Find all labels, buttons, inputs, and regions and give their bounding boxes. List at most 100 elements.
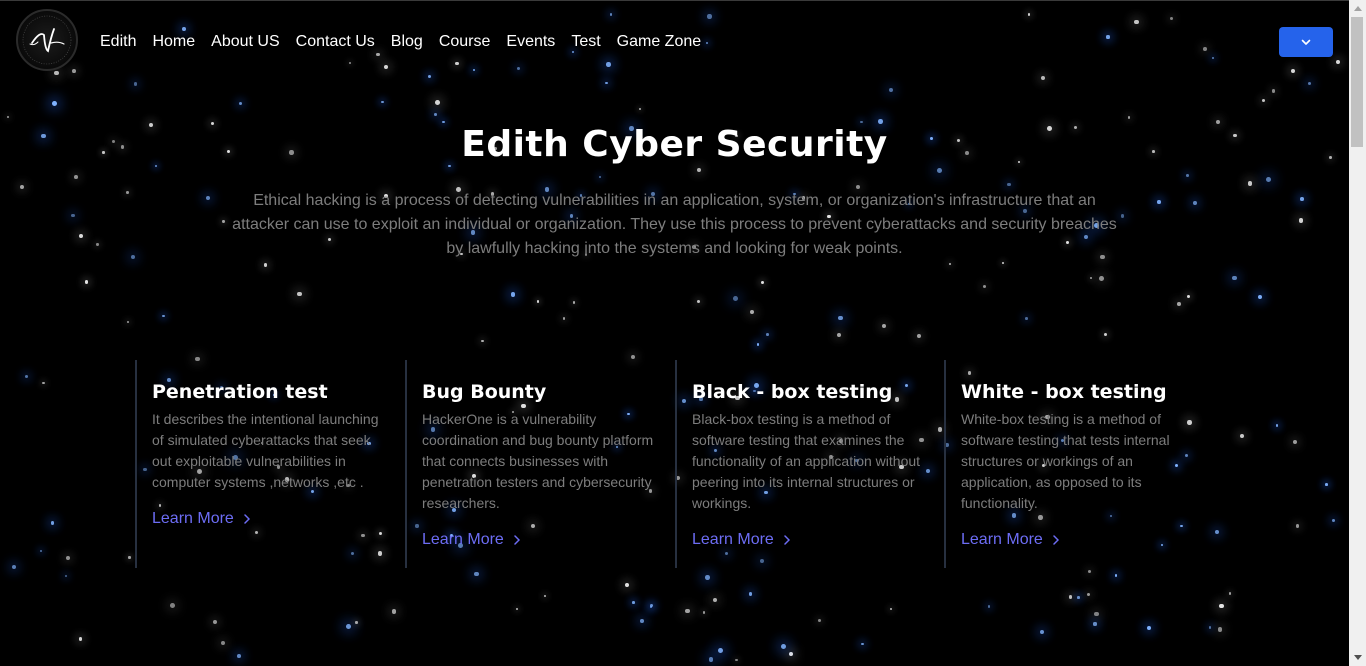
star-decoration <box>1219 603 1224 609</box>
nav-link-course[interactable]: Course <box>431 31 499 53</box>
star-decoration <box>1086 593 1090 597</box>
star-decoration <box>66 555 71 560</box>
nav-link-blog[interactable]: Blog <box>383 31 431 53</box>
star-decoration <box>1292 439 1297 444</box>
learn-more-label: Learn More <box>152 510 234 527</box>
star-decoration <box>96 243 99 246</box>
feature-black-box-testing: Black - box testing Black-box testing is… <box>675 360 929 568</box>
star-decoration <box>702 611 706 614</box>
nav-link-about-us[interactable]: About US <box>203 31 287 53</box>
nav-brand[interactable]: Edith <box>92 31 144 53</box>
feature-white-box-testing: White - box testing White-box testing is… <box>944 360 1198 568</box>
star-decoration <box>631 354 636 359</box>
star-decoration <box>434 100 440 105</box>
learn-more-label: Learn More <box>692 531 774 548</box>
star-decoration <box>837 332 842 337</box>
feature-bug-bounty: Bug Bounty HackerOne is a vulnerability … <box>405 360 659 568</box>
vertical-scrollbar[interactable] <box>1349 0 1366 666</box>
star-decoration <box>697 168 702 173</box>
star-decoration <box>624 582 630 587</box>
star-decoration <box>1099 275 1104 281</box>
star-decoration <box>1177 302 1181 307</box>
star-decoration <box>1307 81 1312 86</box>
star-decoration <box>126 191 130 195</box>
star-decoration <box>355 621 358 624</box>
page: Edith Home About US Contact Us Blog Cour… <box>0 0 1366 666</box>
star-decoration <box>25 375 29 379</box>
learn-more-link[interactable]: Learn More <box>152 508 250 530</box>
scroll-up-arrow-icon[interactable] <box>1349 0 1366 17</box>
star-decoration <box>562 316 566 320</box>
star-decoration <box>79 234 84 239</box>
star-decoration <box>206 196 211 201</box>
star-decoration <box>1299 197 1304 201</box>
star-decoration <box>1247 180 1253 186</box>
star-decoration <box>632 600 635 604</box>
star-decoration <box>860 120 863 123</box>
star-decoration <box>346 624 351 630</box>
star-decoration <box>78 637 83 642</box>
star-decoration <box>1120 214 1125 218</box>
scrollbar-thumb[interactable] <box>1351 17 1363 147</box>
feature-title: White - box testing <box>961 381 1167 403</box>
learn-more-link[interactable]: Learn More <box>961 529 1059 551</box>
scroll-down-arrow-icon[interactable] <box>1349 649 1366 666</box>
star-decoration <box>572 301 575 304</box>
star-decoration <box>39 549 43 552</box>
star-decoration <box>889 608 893 611</box>
star-decoration <box>598 175 602 178</box>
chevron-down-icon <box>1301 39 1311 45</box>
star-decoration <box>817 619 822 623</box>
star-decoration <box>860 642 864 646</box>
site-logo[interactable] <box>16 9 78 71</box>
nav-link-events[interactable]: Events <box>498 31 563 53</box>
star-decoration <box>64 575 68 578</box>
star-decoration <box>42 381 45 385</box>
learn-more-link[interactable]: Learn More <box>422 529 520 551</box>
star-decoration <box>1295 524 1300 528</box>
star-decoration <box>1114 573 1118 577</box>
star-decoration <box>1275 424 1279 427</box>
star-decoration <box>605 81 609 85</box>
nav-dropdown-button[interactable] <box>1279 27 1333 57</box>
star-decoration <box>735 658 738 662</box>
hero-description: Ethical hacking is a process of detectin… <box>232 192 1117 257</box>
star-decoration <box>442 120 445 123</box>
star-decoration <box>434 112 437 116</box>
feature-text: HackerOne is a vulnerability coordinatio… <box>422 411 654 511</box>
star-decoration <box>1185 174 1189 177</box>
star-decoration <box>1239 434 1244 439</box>
nav-link-home[interactable]: Home <box>144 31 203 53</box>
star-decoration <box>1257 294 1262 299</box>
star-decoration <box>1325 483 1328 486</box>
star-decoration <box>838 315 843 321</box>
star-decoration <box>263 263 268 267</box>
star-decoration <box>543 594 547 598</box>
star-decoration <box>780 644 786 649</box>
star-decoration <box>937 168 943 174</box>
star-decoration <box>937 427 943 432</box>
star-decoration <box>705 574 710 580</box>
nav-link-game-zone[interactable]: Game Zone <box>609 31 709 53</box>
star-decoration <box>1217 627 1222 632</box>
star-decoration <box>1077 596 1081 599</box>
star-decoration <box>213 620 218 625</box>
nav-link-test[interactable]: Test <box>563 31 608 53</box>
star-decoration <box>760 280 764 284</box>
star-decoration <box>638 108 641 111</box>
star-decoration <box>917 333 922 338</box>
star-decoration <box>516 607 519 611</box>
learn-more-link[interactable]: Learn More <box>692 529 790 551</box>
star-decoration <box>1002 261 1005 265</box>
logo-emblem-icon <box>22 15 72 65</box>
nav-link-contact-us[interactable]: Contact Us <box>288 31 383 53</box>
star-decoration <box>74 175 78 180</box>
star-decoration <box>948 262 952 266</box>
navbar: Edith Home About US Contact Us Blog Cour… <box>0 1 1349 81</box>
star-decoration <box>71 213 76 218</box>
star-decoration <box>1088 569 1092 574</box>
star-decoration <box>381 101 384 104</box>
star-decoration <box>732 296 738 302</box>
star-decoration <box>889 88 894 93</box>
feature-text: Black-box testing is a method of softwar… <box>692 411 921 511</box>
